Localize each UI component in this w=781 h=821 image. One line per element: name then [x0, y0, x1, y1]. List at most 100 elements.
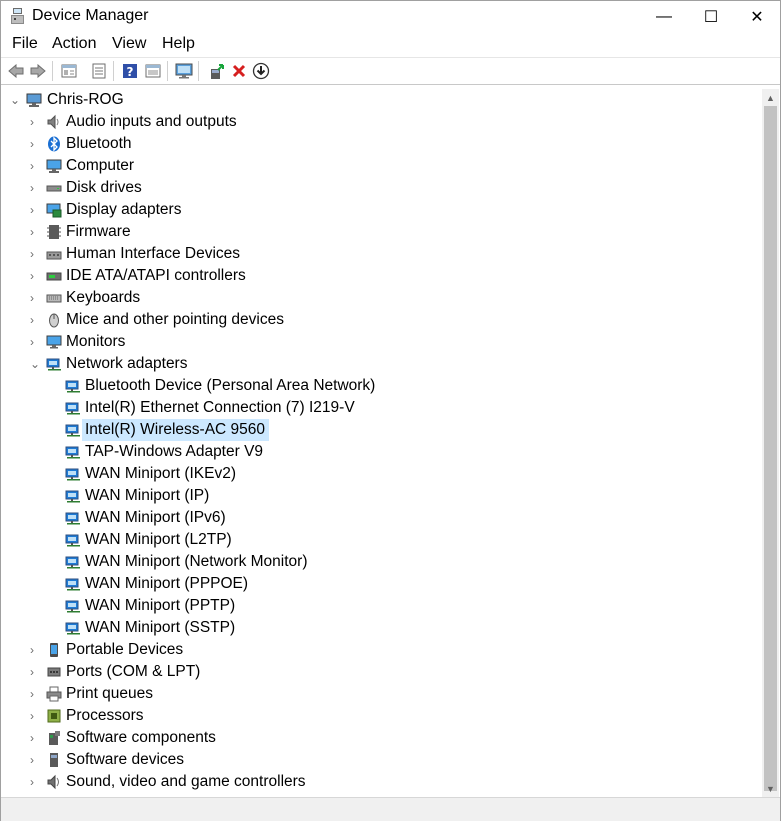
vertical-scrollbar[interactable]: ▲ ▼ — [762, 89, 779, 797]
menu-view[interactable]: View — [112, 35, 146, 53]
tree-category[interactable]: › Computer — [2, 155, 762, 177]
tree-category[interactable]: › Mice and other pointing devices — [2, 309, 762, 331]
chevron-right-icon[interactable]: › — [30, 111, 40, 133]
tree-category[interactable]: › Software components — [2, 727, 762, 749]
chevron-down-icon[interactable]: ⌄ — [10, 89, 20, 111]
tree-category[interactable]: › Monitors — [2, 331, 762, 353]
monitor-icon — [175, 63, 193, 79]
chevron-right-icon[interactable]: › — [30, 155, 40, 177]
network-icon — [65, 622, 80, 635]
tree-root[interactable]: ⌄ Chris-ROG — [2, 89, 762, 111]
chevron-right-icon[interactable]: › — [30, 727, 40, 749]
tree-category-label: Ports (COM & LPT) — [66, 663, 201, 680]
tree-category[interactable]: › Disk drives — [2, 177, 762, 199]
tree-category[interactable]: › IDE ATA/ATAPI controllers — [2, 265, 762, 287]
network-adapter-item[interactable]: Intel(R) Ethernet Connection (7) I219-V — [2, 397, 762, 419]
chevron-down-icon[interactable]: ⌄ — [30, 353, 40, 375]
tree-category[interactable]: › Portable Devices — [2, 639, 762, 661]
tree-root-label: Chris-ROG — [47, 91, 124, 108]
printer-icon — [46, 686, 62, 702]
chevron-right-icon[interactable]: › — [30, 133, 40, 155]
disk-icon — [46, 185, 62, 192]
tree-view-button[interactable] — [59, 61, 79, 81]
tree-category[interactable]: › Firmware — [2, 221, 762, 243]
tree-category-label: Keyboards — [66, 289, 141, 306]
network-adapter-item[interactable]: WAN Miniport (Network Monitor) — [2, 551, 762, 573]
close-button[interactable]: ✕ — [734, 1, 780, 32]
network-icon — [65, 490, 80, 503]
chevron-right-icon[interactable]: › — [30, 331, 40, 353]
network-adapter-item[interactable]: WAN Miniport (IKEv2) — [2, 463, 762, 485]
tree-category-label: Human Interface Devices — [66, 245, 241, 262]
forward-button[interactable] — [28, 61, 48, 81]
help-button[interactable]: ? — [120, 61, 140, 81]
root-computer-icon — [26, 93, 42, 107]
scan-hardware-button[interactable] — [174, 61, 194, 81]
chevron-right-icon[interactable]: › — [30, 639, 40, 661]
update-driver-button[interactable] — [206, 61, 226, 81]
menu-help[interactable]: Help — [162, 35, 195, 53]
chevron-right-icon[interactable]: › — [30, 771, 40, 793]
network-adapter-item[interactable]: WAN Miniport (PPPOE) — [2, 573, 762, 595]
scroll-down-icon[interactable]: ▼ — [762, 780, 779, 797]
tree-category-label: Firmware — [66, 223, 131, 240]
minimize-button[interactable]: — — [641, 1, 687, 32]
tree-category[interactable]: › Bluetooth — [2, 133, 762, 155]
tree-category[interactable]: › Keyboards — [2, 287, 762, 309]
properties-button[interactable] — [89, 61, 109, 81]
network-adapter-item[interactable]: WAN Miniport (L2TP) — [2, 529, 762, 551]
device-tree: ⌄ Chris-ROG › Audio inputs and outputs › Blue… — [2, 89, 762, 797]
display-adapter-icon — [46, 203, 62, 218]
tree-view-icon — [61, 64, 77, 78]
tree-category[interactable]: › Print queues — [2, 683, 762, 705]
tree-category-label: Audio inputs and outputs — [66, 113, 237, 130]
menu-file[interactable]: File — [12, 35, 38, 53]
toolbar-separator — [113, 61, 114, 81]
scrollbar-thumb[interactable] — [764, 106, 777, 791]
tree-category[interactable]: › Audio inputs and outputs — [2, 111, 762, 133]
network-adapter-item[interactable]: Bluetooth Device (Personal Area Network) — [2, 375, 762, 397]
network-icon — [65, 556, 80, 569]
tree-category[interactable]: › Ports (COM & LPT) — [2, 661, 762, 683]
chevron-right-icon[interactable]: › — [30, 287, 40, 309]
uninstall-button[interactable] — [229, 61, 249, 81]
chevron-right-icon[interactable]: › — [30, 705, 40, 727]
chevron-right-icon[interactable]: › — [30, 683, 40, 705]
back-button[interactable] — [6, 61, 26, 81]
maximize-button[interactable]: ☐ — [688, 1, 734, 32]
help-icon: ? — [123, 64, 137, 79]
tree-category[interactable]: › Display adapters — [2, 199, 762, 221]
tree-category[interactable]: › Sound, video and game controllers — [2, 771, 762, 793]
network-adapter-item[interactable]: WAN Miniport (PPTP) — [2, 595, 762, 617]
network-adapter-item[interactable]: WAN Miniport (IP) — [2, 485, 762, 507]
window-title: Device Manager — [32, 7, 149, 24]
menu-action[interactable]: Action — [52, 35, 96, 53]
chevron-right-icon[interactable]: › — [30, 177, 40, 199]
network-icon — [65, 600, 80, 613]
disable-button[interactable] — [251, 61, 271, 81]
firmware-icon — [47, 225, 61, 239]
chevron-right-icon[interactable]: › — [30, 265, 40, 287]
tree-category[interactable]: › Software devices — [2, 749, 762, 771]
tree-category[interactable]: ⌄ Network adapters — [2, 353, 762, 375]
network-adapter-item[interactable]: TAP-Windows Adapter V9 — [2, 441, 762, 463]
network-adapter-item[interactable]: Intel(R) Wireless-AC 9560 — [2, 419, 762, 441]
network-adapter-item[interactable]: WAN Miniport (SSTP) — [2, 617, 762, 639]
chevron-right-icon[interactable]: › — [30, 243, 40, 265]
scroll-up-icon[interactable]: ▲ — [762, 89, 779, 106]
chevron-right-icon[interactable]: › — [30, 221, 40, 243]
show-hide-button[interactable] — [143, 61, 163, 81]
network-adapter-label: WAN Miniport (IP) — [85, 487, 210, 504]
chevron-right-icon[interactable]: › — [30, 749, 40, 771]
minimize-icon: — — [656, 7, 672, 25]
tree-category[interactable]: › Processors — [2, 705, 762, 727]
chevron-right-icon[interactable]: › — [30, 661, 40, 683]
device-manager-window: Device Manager — ☐ ✕ File Action View He… — [0, 0, 781, 821]
network-adapter-label: Intel(R) Wireless-AC 9560 — [82, 419, 270, 441]
network-adapter-item[interactable]: WAN Miniport (IPv6) — [2, 507, 762, 529]
tree-category-label: Software components — [66, 729, 216, 746]
chevron-right-icon[interactable]: › — [30, 309, 40, 331]
title-bar: Device Manager — ☐ ✕ — [1, 1, 780, 33]
tree-category[interactable]: › Human Interface Devices — [2, 243, 762, 265]
chevron-right-icon[interactable]: › — [30, 199, 40, 221]
